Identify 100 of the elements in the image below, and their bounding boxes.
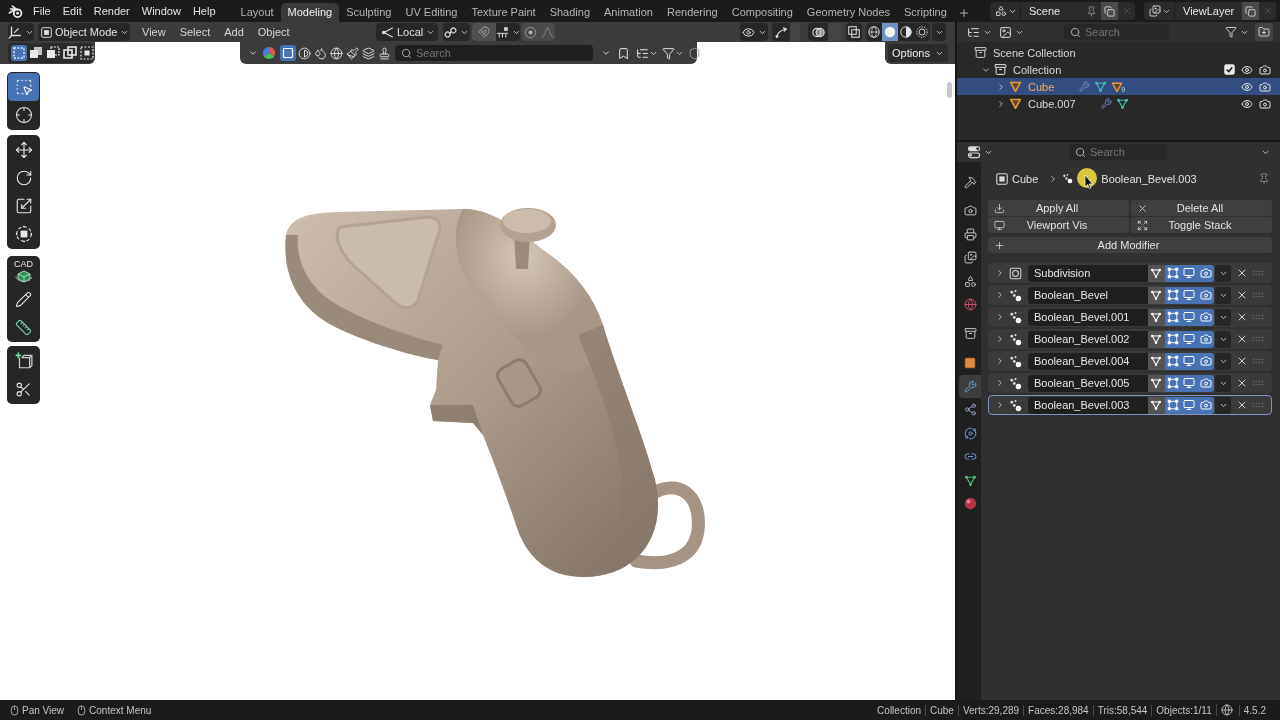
- cage-toggle[interactable]: [1148, 286, 1165, 304]
- selection-mode-icon[interactable]: [62, 45, 78, 61]
- viewport-toggle[interactable]: [1181, 352, 1198, 370]
- selection-mode-icon[interactable]: [79, 45, 95, 61]
- chevron-right-icon[interactable]: [995, 400, 1005, 410]
- remove-icon[interactable]: [1236, 377, 1248, 389]
- outliner-item[interactable]: Collection: [957, 61, 1280, 78]
- operator-button[interactable]: Delete All: [1131, 200, 1272, 216]
- workspace-tab[interactable]: UV Editing: [398, 3, 465, 22]
- selection-mode-icon[interactable]: [45, 45, 61, 61]
- menu-item[interactable]: Select: [172, 26, 218, 38]
- camera-icon[interactable]: [1259, 97, 1271, 110]
- visibility-dropdown[interactable]: [740, 23, 768, 41]
- modifier-panel[interactable]: Boolean_Bevel.002: [988, 329, 1272, 349]
- menu-item[interactable]: Object: [250, 26, 297, 38]
- app-logo-icon[interactable]: [8, 3, 23, 19]
- workspace-tab[interactable]: Scripting: [897, 3, 954, 22]
- modifier-name-field[interactable]: Boolean_Bevel.003: [1028, 396, 1148, 414]
- workspace-tab[interactable]: Animation: [597, 3, 660, 22]
- cage-toggle[interactable]: [1148, 264, 1165, 282]
- camera-icon[interactable]: [1259, 63, 1271, 76]
- modifier-panel[interactable]: Boolean_Bevel: [988, 285, 1272, 305]
- search-field[interactable]: Search: [395, 45, 593, 61]
- viewport-toggle[interactable]: [1181, 330, 1198, 348]
- menu-item[interactable]: Add: [217, 26, 251, 38]
- remove-icon[interactable]: [1236, 289, 1248, 301]
- tree-list-icon[interactable]: [636, 46, 649, 60]
- filter-toggle[interactable]: [296, 45, 312, 61]
- overlays-toggle[interactable]: [808, 23, 828, 41]
- menu-item[interactable]: Help: [186, 0, 222, 22]
- cage-toggle[interactable]: [1148, 330, 1165, 348]
- modifier-name-field[interactable]: Boolean_Bevel.004: [1028, 352, 1148, 370]
- shading-mode-button[interactable]: [898, 23, 914, 41]
- filter-icon[interactable]: [662, 46, 675, 60]
- modifier-panel[interactable]: Boolean_Bevel.001: [988, 307, 1272, 327]
- chevron-right-icon[interactable]: [995, 268, 1005, 278]
- modifier-name-field[interactable]: Boolean_Bevel: [1028, 286, 1148, 304]
- scrollbar[interactable]: [947, 82, 952, 98]
- outliner-item[interactable]: Cube.007: [957, 95, 1280, 112]
- eye-icon[interactable]: [1241, 80, 1253, 93]
- shield-icon[interactable]: [688, 46, 701, 60]
- workspace-tab[interactable]: Geometry Nodes: [799, 3, 897, 22]
- viewport-toggle[interactable]: [1181, 286, 1198, 304]
- menu-item[interactable]: View: [135, 26, 173, 38]
- proportional-toggle[interactable]: [522, 23, 539, 41]
- remove-icon[interactable]: [1236, 311, 1248, 323]
- snap-toggle[interactable]: [472, 23, 496, 41]
- scene-browse-dropdown[interactable]: [990, 2, 1020, 20]
- workspace-tab[interactable]: Layout: [233, 3, 281, 22]
- outliner-item[interactable]: Scene Collection: [957, 44, 1280, 61]
- checkbox[interactable]: [1224, 64, 1235, 75]
- editor-type-dropdown[interactable]: [966, 143, 993, 161]
- chevron-right-icon[interactable]: [995, 312, 1005, 322]
- shading-mode-button[interactable]: [914, 23, 930, 41]
- modifier-name-field[interactable]: Boolean_Bevel.001: [1028, 308, 1148, 326]
- pin-icon[interactable]: [1258, 172, 1270, 185]
- chevron-right-icon[interactable]: [995, 378, 1005, 388]
- modifier-panel[interactable]: Boolean_Bevel.004: [988, 351, 1272, 371]
- operator-button[interactable]: Apply All: [988, 200, 1129, 216]
- eye-icon[interactable]: [1241, 97, 1253, 110]
- xray-toggle[interactable]: [846, 23, 862, 41]
- modifier-panel[interactable]: Boolean_Bevel.003: [988, 395, 1272, 415]
- menu-item[interactable]: Render: [87, 0, 136, 22]
- gizmo-toggle[interactable]: [772, 23, 790, 41]
- menu-item[interactable]: Window: [135, 0, 187, 22]
- mode-dropdown[interactable]: Object Mode: [38, 23, 130, 41]
- snap-target-dropdown[interactable]: [496, 23, 520, 41]
- filter-toggle[interactable]: [360, 45, 376, 61]
- view-layer-name-field[interactable]: ViewLayer: [1174, 2, 1242, 20]
- properties-tab[interactable]: [959, 374, 981, 398]
- scene-name-field[interactable]: Scene: [1020, 2, 1101, 20]
- remove-icon[interactable]: [1236, 333, 1248, 345]
- options-dropdown[interactable]: Options: [888, 44, 948, 62]
- selection-mode-icon[interactable]: [28, 45, 44, 61]
- viewport-toggle[interactable]: [1181, 374, 1198, 392]
- workspace-tab[interactable]: Rendering: [659, 3, 725, 22]
- shading-mode-button[interactable]: [866, 23, 882, 41]
- modifier-panel[interactable]: Boolean_Bevel.005: [988, 373, 1272, 393]
- add-icon[interactable]: [957, 7, 970, 19]
- chevron-right-icon[interactable]: [996, 81, 1006, 92]
- workspace-tab[interactable]: Shading: [542, 3, 598, 22]
- modifier-name-field[interactable]: Boolean_Bevel.005: [1028, 374, 1148, 392]
- filter-toggle[interactable]: [344, 45, 360, 61]
- viewport-toggle[interactable]: [1181, 264, 1198, 282]
- new-view-layer-button[interactable]: [1242, 2, 1259, 20]
- camera-icon[interactable]: [1259, 80, 1271, 93]
- modifier-panel[interactable]: Subdivision: [988, 263, 1272, 283]
- add-modifier-button[interactable]: Add Modifier: [988, 237, 1272, 253]
- operator-button[interactable]: Viewport Vis: [988, 217, 1129, 233]
- cage-toggle[interactable]: [1148, 396, 1165, 414]
- remove-icon[interactable]: [1236, 399, 1248, 411]
- search-field[interactable]: Search: [1064, 24, 1169, 40]
- menu-item[interactable]: File: [27, 0, 57, 22]
- viewport-toggle[interactable]: [1181, 396, 1198, 414]
- remove-icon[interactable]: [1236, 267, 1248, 279]
- remove-icon[interactable]: [1236, 355, 1248, 367]
- wrench-icon[interactable]: [1100, 98, 1112, 109]
- filter-toggle[interactable]: [312, 45, 328, 61]
- viewport-toggle[interactable]: [1181, 308, 1198, 326]
- cage-toggle[interactable]: [1148, 308, 1165, 326]
